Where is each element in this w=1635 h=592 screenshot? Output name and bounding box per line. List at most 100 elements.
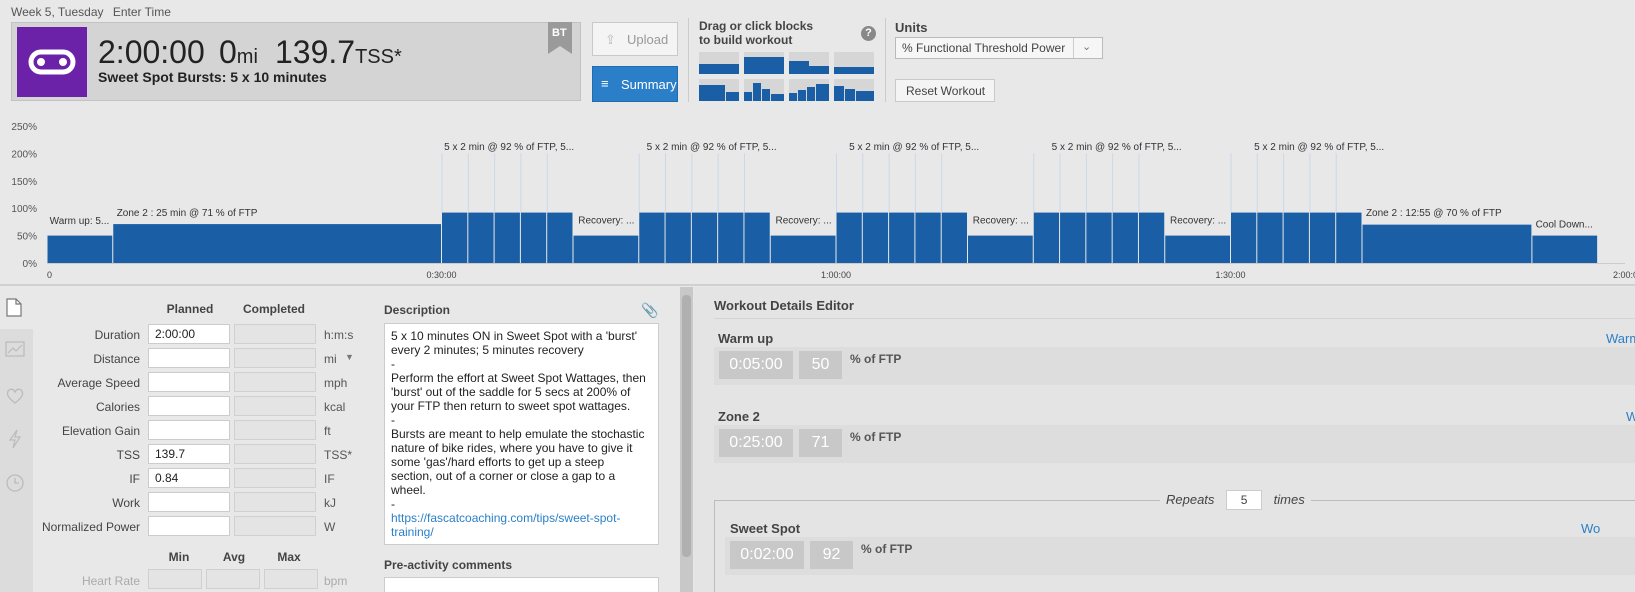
units-select[interactable]: % Functional Threshold Power ⌄ bbox=[895, 37, 1103, 59]
workout-interval-bar[interactable] bbox=[1532, 235, 1598, 263]
metric-completed-field[interactable] bbox=[234, 324, 316, 344]
hr-avg-field[interactable] bbox=[206, 569, 260, 589]
block-tempo[interactable] bbox=[744, 52, 784, 74]
col-planned: Planned bbox=[166, 302, 214, 316]
workout-chart[interactable]: 250% 200% 150% 100% 50% 0% Warm up: 5... Zone 2… bbox=[0, 108, 1635, 283]
workout-interval-bar[interactable] bbox=[1309, 212, 1336, 263]
workout-interval-bar[interactable] bbox=[1336, 212, 1362, 263]
workout-interval-bar[interactable] bbox=[718, 212, 744, 263]
workout-interval-bar[interactable] bbox=[547, 212, 573, 263]
workout-interval-bar[interactable] bbox=[113, 224, 441, 263]
workout-title[interactable]: Sweet Spot Bursts: 5 x 10 minutes bbox=[98, 69, 327, 85]
tab-power[interactable] bbox=[0, 419, 33, 461]
workout-interval-bar[interactable] bbox=[520, 212, 547, 263]
reset-workout-button[interactable]: Reset Workout bbox=[895, 79, 995, 102]
workout-interval-bar[interactable] bbox=[1362, 224, 1532, 263]
workout-interval-bar[interactable] bbox=[47, 235, 113, 263]
tab-history[interactable] bbox=[0, 463, 33, 505]
summary-button[interactable]: ≡ Summary bbox=[592, 66, 678, 102]
workout-interval-bar[interactable] bbox=[744, 212, 770, 263]
workout-interval-bar[interactable] bbox=[941, 212, 967, 263]
block-steps[interactable] bbox=[789, 52, 829, 74]
metric-planned-field[interactable] bbox=[148, 420, 230, 440]
description-textarea[interactable]: 5 x 10 minutes ON in Sweet Spot with a '… bbox=[384, 323, 659, 545]
description-line: some 'gas'/hard efforts to get up a stee… bbox=[391, 455, 605, 469]
upload-label: Upload bbox=[627, 32, 669, 47]
hr-min-field[interactable] bbox=[148, 569, 202, 589]
workout-chart-svg[interactable]: 250% 200% 150% 100% 50% 0% Warm up: 5... Zone 2… bbox=[0, 108, 1635, 283]
workout-interval-bar[interactable] bbox=[665, 212, 691, 263]
bt-badge[interactable]: BT bbox=[548, 22, 572, 54]
tab-summary[interactable] bbox=[0, 287, 33, 329]
block-duration-field[interactable]: 0:05:00 bbox=[719, 351, 793, 379]
metric-completed-field[interactable] bbox=[234, 492, 316, 512]
enter-time-link[interactable]: Enter Time bbox=[113, 5, 171, 19]
metric-planned-field[interactable] bbox=[148, 492, 230, 512]
block-easy[interactable] bbox=[834, 52, 874, 74]
workout-interval-bar[interactable] bbox=[1257, 212, 1283, 263]
workout-interval-bar[interactable] bbox=[1231, 212, 1257, 263]
block-duration-field[interactable]: 0:25:00 bbox=[719, 429, 793, 457]
workout-interval-bar[interactable] bbox=[442, 212, 468, 263]
repeat-group: Repeats 5 times Sweet Spot Wo 0:02:00 92… bbox=[714, 489, 1635, 592]
block-over-under[interactable] bbox=[834, 79, 874, 101]
metric-completed-field[interactable] bbox=[234, 372, 316, 392]
workout-interval-bar[interactable] bbox=[573, 235, 639, 263]
workout-interval-bar[interactable] bbox=[494, 212, 520, 263]
block-steady[interactable] bbox=[699, 52, 739, 74]
workout-interval-bar[interactable] bbox=[862, 212, 889, 263]
tab-charts[interactable] bbox=[0, 331, 33, 373]
workout-interval-bar[interactable] bbox=[1283, 212, 1309, 263]
workout-interval-bar[interactable] bbox=[836, 212, 862, 263]
metric-planned-field[interactable]: 2:00:00 bbox=[148, 324, 230, 344]
workout-interval-bar[interactable] bbox=[1060, 212, 1086, 263]
workout-interval-bar[interactable] bbox=[1033, 212, 1060, 263]
block-value-field[interactable]: 50 bbox=[799, 351, 842, 379]
metric-planned-field[interactable]: 139.7 bbox=[148, 444, 230, 464]
metric-completed-field[interactable] bbox=[234, 444, 316, 464]
scrollbar-thumb[interactable] bbox=[682, 295, 691, 557]
metric-planned-field[interactable]: 0.84 bbox=[148, 468, 230, 488]
paperclip-icon[interactable]: 📎 bbox=[641, 302, 658, 319]
block-intervals-b[interactable] bbox=[744, 79, 784, 101]
repeat-duration-field[interactable]: 0:02:00 bbox=[730, 541, 804, 569]
workout-interval-bar[interactable] bbox=[691, 212, 718, 263]
metric-planned-field[interactable] bbox=[148, 348, 230, 368]
upload-button[interactable]: ⇪ Upload bbox=[592, 22, 678, 56]
segment-label: 5 x 2 min @ 92 % of FTP, 5... bbox=[444, 142, 574, 153]
metric-completed-field[interactable] bbox=[234, 468, 316, 488]
metric-planned-field[interactable] bbox=[148, 516, 230, 536]
hr-max-field[interactable] bbox=[264, 569, 318, 589]
block-link[interactable]: W bbox=[1626, 409, 1635, 424]
workout-interval-bar[interactable] bbox=[968, 235, 1033, 263]
unit-dropdown-icon[interactable]: ▼ bbox=[345, 352, 354, 362]
workout-interval-bar[interactable] bbox=[770, 235, 836, 263]
help-icon[interactable]: ? bbox=[861, 26, 876, 41]
block-link[interactable]: Warm bbox=[1606, 331, 1635, 346]
metric-completed-field[interactable] bbox=[234, 516, 316, 536]
repeat-block-link[interactable]: Wo bbox=[1581, 521, 1600, 536]
workout-interval-bar[interactable] bbox=[915, 212, 941, 263]
workout-interval-bar[interactable] bbox=[468, 212, 494, 263]
block-intervals-a[interactable] bbox=[699, 79, 739, 101]
block-value-field[interactable]: 71 bbox=[799, 429, 842, 457]
repeats-input[interactable]: 5 bbox=[1226, 490, 1263, 510]
tab-heart-rate[interactable] bbox=[0, 375, 33, 417]
metric-completed-field[interactable] bbox=[234, 348, 316, 368]
metric-planned-field[interactable] bbox=[148, 372, 230, 392]
repeat-value-field[interactable]: 92 bbox=[810, 541, 853, 569]
left-panel-scrollbar[interactable] bbox=[680, 287, 693, 592]
pre-activity-textarea[interactable] bbox=[384, 577, 659, 592]
metric-completed-field[interactable] bbox=[234, 396, 316, 416]
workout-interval-bar[interactable] bbox=[1086, 212, 1112, 263]
workout-interval-bar[interactable] bbox=[889, 212, 915, 263]
workout-interval-bar[interactable] bbox=[639, 212, 665, 263]
description-link[interactable]: https://fascatcoaching.com/tips/sweet-sp… bbox=[391, 511, 652, 539]
metric-planned-field[interactable] bbox=[148, 396, 230, 416]
workout-interval-bar[interactable] bbox=[1112, 212, 1138, 263]
block-ramp[interactable] bbox=[789, 79, 829, 101]
workout-interval-bar[interactable] bbox=[1138, 212, 1165, 263]
metric-completed-field[interactable] bbox=[234, 420, 316, 440]
workout-interval-bar[interactable] bbox=[1165, 235, 1230, 263]
editor-block-zone2: Zone 2 W 0:25:00 71 % of FTP bbox=[714, 409, 1635, 467]
